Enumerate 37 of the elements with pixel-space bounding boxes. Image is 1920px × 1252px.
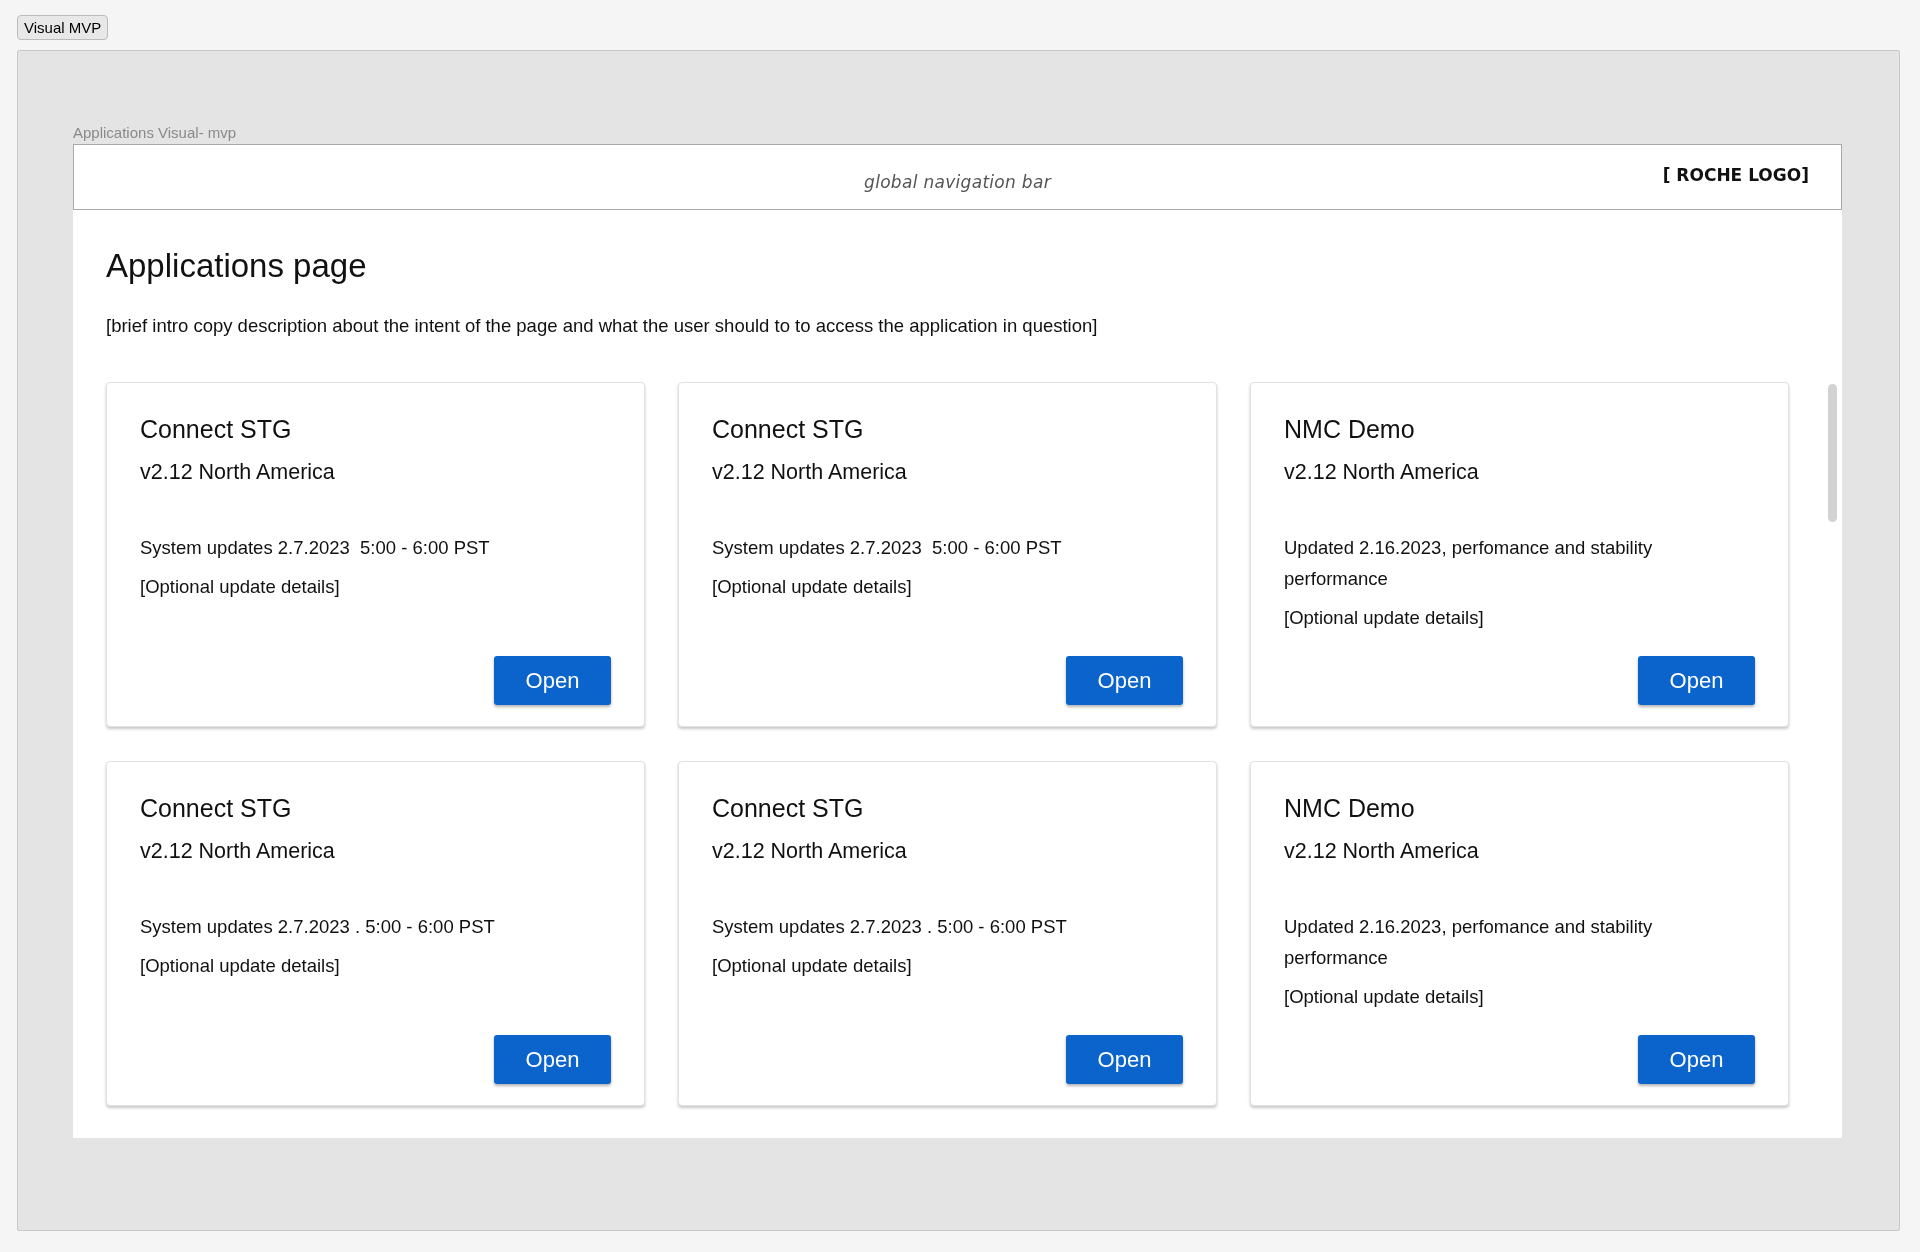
card-version: v2.12 North America bbox=[712, 459, 908, 486]
card-details-text: [Optional update details] bbox=[712, 575, 913, 599]
card-title: NMC Demo bbox=[1284, 414, 1416, 445]
navigation-bar-caption: global navigation bar bbox=[864, 172, 1051, 192]
card-update-text: Updated 2.16.2023, perfomance and stability performance bbox=[1284, 536, 1654, 591]
card-version: v2.12 North America bbox=[712, 838, 908, 865]
card-title: Connect STG bbox=[140, 414, 293, 445]
card-title: Connect STG bbox=[712, 793, 865, 824]
card-version: v2.12 North America bbox=[1284, 459, 1480, 486]
card-details-text: [Optional update details] bbox=[140, 954, 341, 978]
card-update-text: System updates 2.7.2023 . 5:00 - 6:00 PST bbox=[712, 915, 1068, 939]
card-details-text: [Optional update details] bbox=[1284, 985, 1485, 1009]
open-button[interactable]: Open bbox=[1066, 656, 1183, 705]
open-button[interactable]: Open bbox=[1066, 1035, 1183, 1084]
card-version: v2.12 North America bbox=[140, 838, 336, 865]
open-button[interactable]: Open bbox=[494, 1035, 611, 1084]
card-details-text: [Optional update details] bbox=[1284, 606, 1485, 630]
card-update-text: System updates 2.7.2023 5:00 - 6:00 PST bbox=[140, 536, 491, 560]
card-title: Connect STG bbox=[712, 414, 865, 445]
card-update-text: Updated 2.16.2023, perfomance and stability performance bbox=[1284, 915, 1654, 970]
open-button[interactable]: Open bbox=[494, 656, 611, 705]
scrollbar[interactable] bbox=[1828, 384, 1837, 522]
card-details-text: [Optional update details] bbox=[140, 575, 341, 599]
card-title: NMC Demo bbox=[1284, 793, 1416, 824]
card-update-text: System updates 2.7.2023 5:00 - 6:00 PST bbox=[712, 536, 1063, 560]
frame-label: Applications Visual- mvp bbox=[73, 124, 238, 143]
card-version: v2.12 North America bbox=[140, 459, 336, 486]
logo-placeholder-text: [ ROCHE LOGO] bbox=[1662, 165, 1809, 185]
page-title: Applications page bbox=[106, 246, 368, 286]
open-button[interactable]: Open bbox=[1638, 656, 1755, 705]
card-details-text: [Optional update details] bbox=[712, 954, 913, 978]
card-update-text: System updates 2.7.2023 . 5:00 - 6:00 PST bbox=[140, 915, 496, 939]
visual-mvp-button[interactable]: Visual MVP bbox=[17, 15, 109, 40]
intro-text: [brief intro copy description about the intent of the page and what the user should to to access the application in question] bbox=[106, 314, 1099, 338]
card-version: v2.12 North America bbox=[1284, 838, 1480, 865]
card-title: Connect STG bbox=[140, 793, 293, 824]
open-button[interactable]: Open bbox=[1638, 1035, 1755, 1084]
